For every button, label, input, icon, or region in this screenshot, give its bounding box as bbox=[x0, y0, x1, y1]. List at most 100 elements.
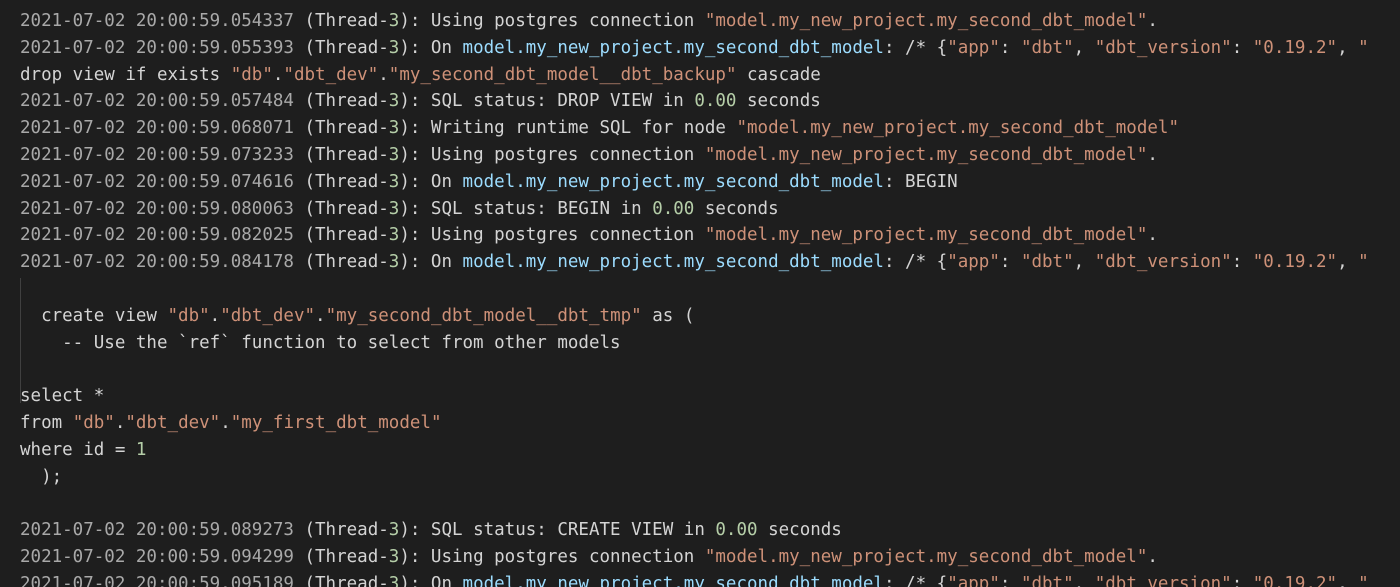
log-segment: "dbt_version" bbox=[1094, 37, 1232, 58]
log-segment: 3 bbox=[388, 252, 400, 273]
log-segment: (Thread- bbox=[293, 225, 389, 246]
log-segment: "db" bbox=[72, 413, 115, 433]
log-segment: 3 bbox=[388, 118, 400, 139]
log-segment: -- Use the `ref` function to select from… bbox=[20, 332, 621, 353]
log-segment: select * bbox=[20, 386, 105, 407]
log-line: create view "db"."dbt_dev"."my_second_db… bbox=[20, 303, 694, 330]
log-segment: . bbox=[209, 305, 221, 326]
log-timestamp: 2021-07-02 20:00:59.094299 bbox=[20, 547, 294, 567]
log-segment: ): On bbox=[399, 573, 463, 587]
log-segment: (Thread- bbox=[293, 547, 389, 567]
log-line: select * bbox=[20, 383, 104, 410]
log-segment: from bbox=[20, 413, 73, 433]
log-segment: : /* { bbox=[883, 252, 948, 273]
log-timestamp: 2021-07-02 20:00:59.074616 bbox=[20, 171, 294, 192]
log-segment: model.my_new_project.my_second_dbt_model bbox=[462, 171, 884, 192]
log-segment: ): On bbox=[399, 171, 463, 192]
log-segment: (Thread- bbox=[293, 118, 389, 139]
log-segment: 3 bbox=[388, 225, 400, 246]
log-segment: (Thread- bbox=[293, 37, 389, 58]
log-segment: ): On bbox=[399, 37, 463, 58]
log-timestamp: 2021-07-02 20:00:59.055393 bbox=[20, 37, 294, 58]
log-segment: . bbox=[272, 64, 284, 85]
log-segment: "model.my_new_project.my_second_dbt_mode… bbox=[736, 118, 1179, 139]
log-segment: 3 bbox=[388, 520, 400, 541]
log-segment: , bbox=[1073, 573, 1095, 587]
log-segment: , bbox=[1073, 252, 1095, 273]
log-segment: : bbox=[1231, 37, 1253, 58]
log-segment: "dbt" bbox=[1020, 573, 1074, 587]
log-segment: "my_second_dbt_model__dbt_tmp" bbox=[325, 305, 642, 326]
log-line: 2021-07-02 20:00:59.082025 (Thread-3): U… bbox=[20, 222, 1158, 249]
log-line: 2021-07-02 20:00:59.080063 (Thread-3): S… bbox=[20, 196, 779, 223]
log-segment: "db" bbox=[167, 305, 210, 326]
log-segment: "app" bbox=[947, 573, 1000, 587]
log-segment: ): SQL status: DROP VIEW in bbox=[399, 91, 695, 112]
log-segment: "dbt_version" bbox=[1094, 252, 1232, 273]
log-segment: 3 bbox=[388, 145, 400, 165]
log-segment: model.my_new_project.my_second_dbt_model bbox=[462, 37, 884, 58]
log-segment: "dbt_dev" bbox=[220, 305, 316, 326]
log-line: ); bbox=[20, 464, 62, 491]
log-segment: ): Using postgres connection bbox=[399, 225, 705, 246]
log-segment: . bbox=[1147, 547, 1158, 567]
log-segment: "model.my_new_project.my_second_dbt_mode… bbox=[704, 145, 1148, 165]
log-line: 2021-07-02 20:00:59.094299 (Thread-3): U… bbox=[20, 544, 1158, 571]
log-timestamp: 2021-07-02 20:00:59.054337 bbox=[20, 11, 294, 31]
log-segment: (Thread- bbox=[293, 11, 389, 31]
log-segment: ): Using postgres connection bbox=[399, 145, 705, 165]
log-line: 2021-07-02 20:00:59.054337 (Thread-3): U… bbox=[20, 8, 1158, 35]
log-line: 2021-07-02 20:00:59.095189 (Thread-3): O… bbox=[20, 571, 1369, 587]
log-timestamp: 2021-07-02 20:00:59.089273 bbox=[20, 520, 294, 541]
log-segment: (Thread- bbox=[293, 198, 389, 219]
log-segment: , bbox=[1337, 252, 1359, 273]
log-segment: "my_second_dbt_model__dbt_backup" bbox=[388, 64, 737, 85]
log-timestamp: 2021-07-02 20:00:59.095189 bbox=[20, 573, 294, 587]
log-segment: model.my_new_project.my_second_dbt_model bbox=[462, 573, 884, 587]
log-segment: : BEGIN bbox=[883, 171, 958, 192]
log-timestamp: 2021-07-02 20:00:59.073233 bbox=[20, 145, 294, 165]
log-segment: ): Writing runtime SQL for node bbox=[399, 118, 737, 139]
log-segment: "model.my_new_project.my_second_dbt_mode… bbox=[704, 547, 1148, 567]
log-segment: , bbox=[1337, 573, 1359, 587]
log-line: from "db"."dbt_dev"."my_first_dbt_model" bbox=[20, 410, 441, 437]
log-segment: "0.19.2" bbox=[1252, 37, 1338, 58]
log-segment: create view bbox=[20, 305, 168, 326]
log-segment: (Thread- bbox=[293, 520, 389, 541]
log-segment: : bbox=[1231, 252, 1253, 273]
log-segment: seconds bbox=[736, 91, 821, 112]
log-segment: "dbt_version" bbox=[1094, 573, 1232, 587]
log-segment: "db" bbox=[230, 64, 273, 85]
log-segment: "my_first_dbt_model" bbox=[230, 413, 442, 433]
log-line: 2021-07-02 20:00:59.073233 (Thread-3): U… bbox=[20, 142, 1158, 169]
log-line: drop view if exists "db"."dbt_dev"."my_s… bbox=[20, 62, 821, 89]
log-segment: , bbox=[1073, 37, 1095, 58]
log-segment: ): Using postgres connection bbox=[399, 11, 705, 31]
log-segment: " bbox=[1358, 573, 1369, 587]
log-segment: ): SQL status: BEGIN in bbox=[399, 198, 653, 219]
log-segment: "dbt_dev" bbox=[125, 413, 221, 433]
log-segment: . bbox=[114, 413, 126, 433]
log-segment: 3 bbox=[388, 171, 400, 192]
log-segment: seconds bbox=[694, 198, 779, 219]
log-segment: " bbox=[1358, 37, 1369, 58]
log-line: -- Use the `ref` function to select from… bbox=[20, 330, 621, 357]
log-segment: (Thread- bbox=[293, 573, 389, 587]
log-segment: 3 bbox=[388, 573, 400, 587]
log-line: 2021-07-02 20:00:59.084178 (Thread-3): O… bbox=[20, 249, 1369, 276]
log-segment: : bbox=[999, 573, 1021, 587]
log-segment: as ( bbox=[641, 305, 695, 326]
log-segment: 0.00 bbox=[715, 520, 758, 541]
log-segment: . bbox=[1147, 11, 1158, 31]
log-segment: "model.my_new_project.my_second_dbt_mode… bbox=[704, 225, 1148, 246]
log-segment: 3 bbox=[388, 91, 400, 112]
log-segment: , bbox=[1337, 37, 1359, 58]
log-timestamp: 2021-07-02 20:00:59.082025 bbox=[20, 225, 294, 246]
log-segment: model.my_new_project.my_second_dbt_model bbox=[462, 252, 884, 273]
log-line: where id = 1 bbox=[20, 437, 146, 464]
log-timestamp: 2021-07-02 20:00:59.057484 bbox=[20, 91, 294, 112]
log-segment: . bbox=[378, 64, 389, 85]
log-output-panel: 2021-07-02 20:00:59.054337 (Thread-3): U… bbox=[0, 8, 1400, 587]
log-segment: " bbox=[1358, 252, 1369, 273]
log-segment: "model.my_new_project.my_second_dbt_mode… bbox=[704, 11, 1148, 31]
